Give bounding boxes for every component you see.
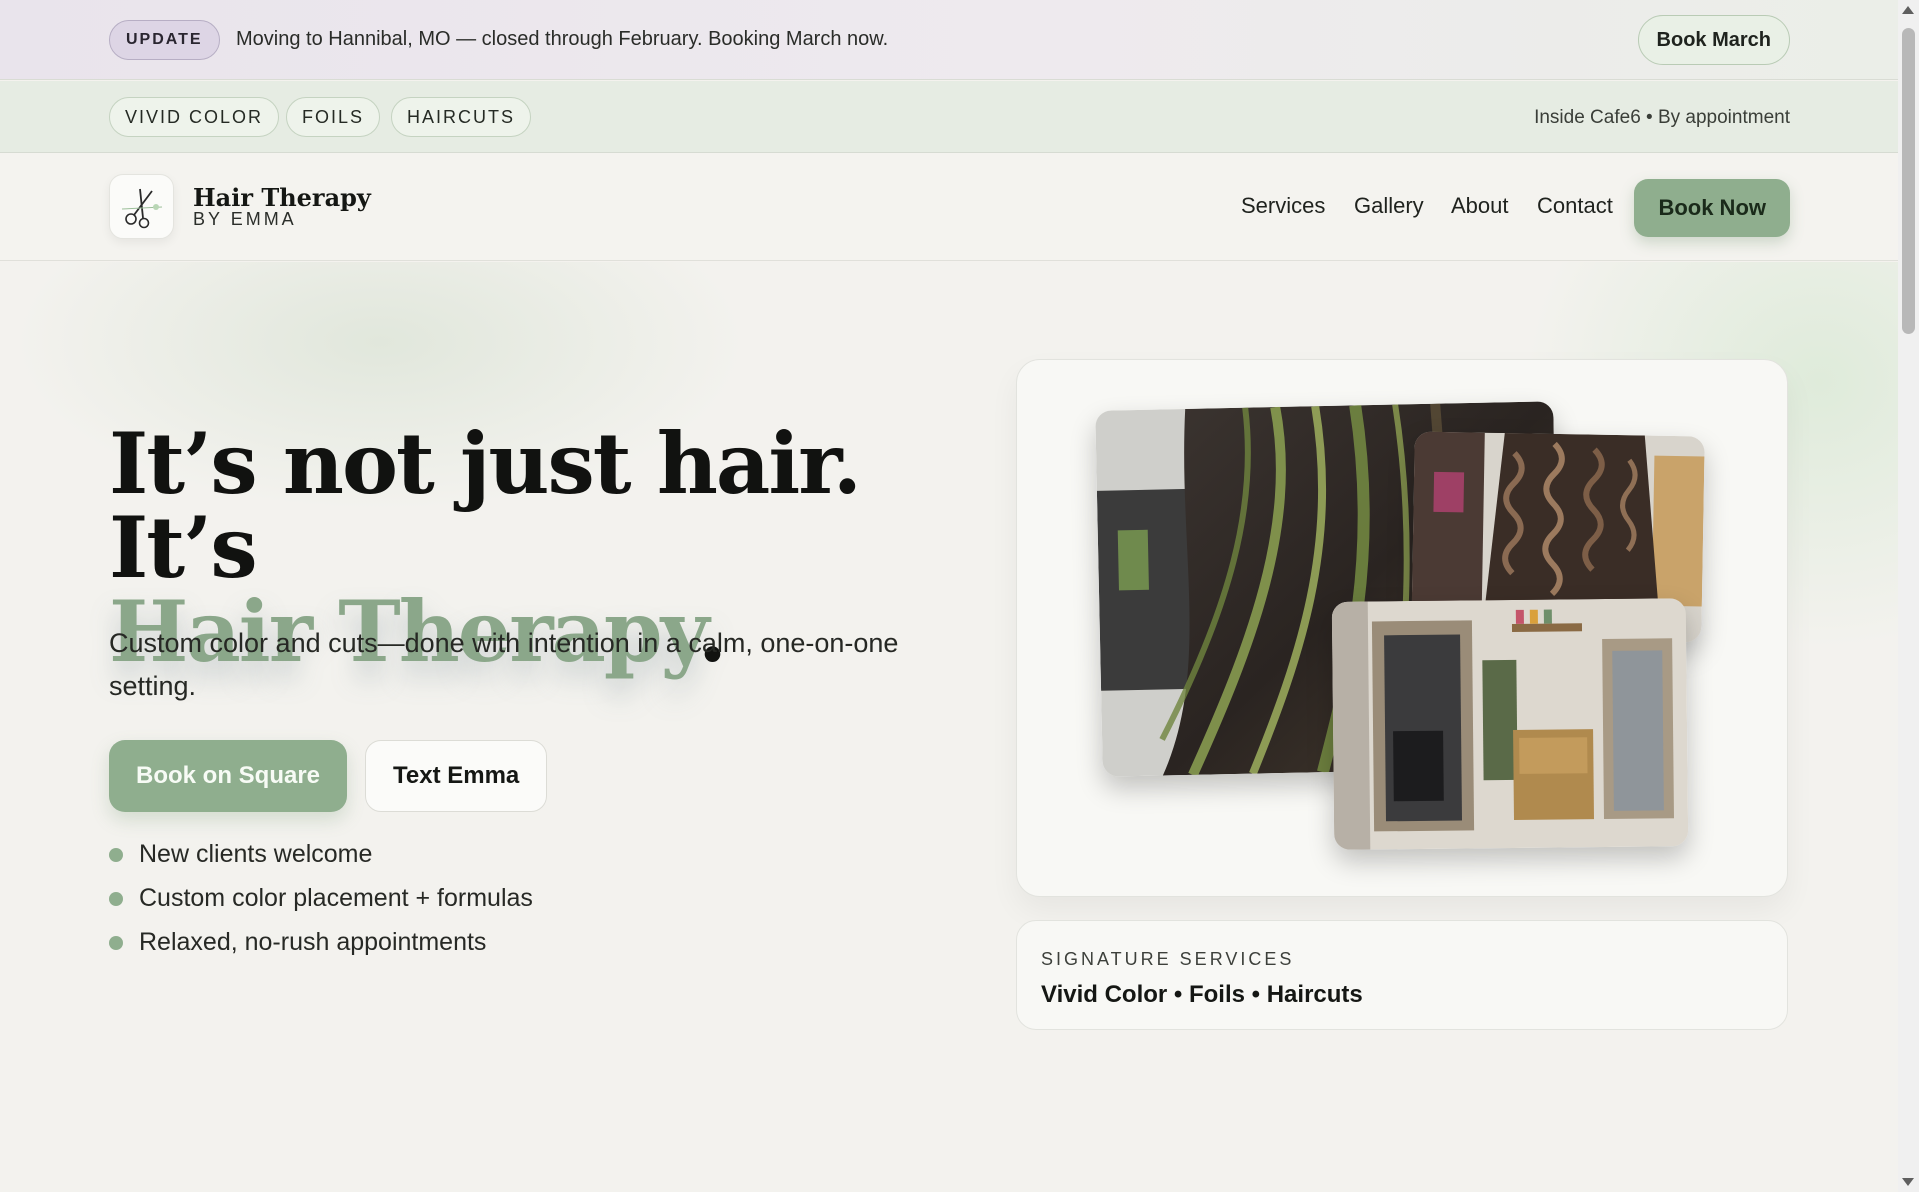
signature-services-card: SIGNATURE SERVICES Vivid Color • Foils •… — [1016, 920, 1788, 1030]
main-nav: Hair Therapy BY EMMA Services Gallery Ab… — [0, 153, 1898, 261]
update-badge: UPDATE — [109, 20, 220, 60]
announcement-bar: UPDATE Moving to Hannibal, MO — closed t… — [0, 0, 1898, 80]
location-info: Inside Cafe6 • By appointment — [1534, 107, 1790, 128]
text-emma-button[interactable]: Text Emma — [365, 740, 548, 812]
signature-value: Vivid Color • Foils • Haircuts — [1041, 981, 1363, 1008]
nav-link-about[interactable]: About — [1451, 193, 1509, 219]
tag-vivid-color: VIVID COLOR — [109, 97, 280, 137]
bullet-dot-icon — [109, 936, 123, 950]
brand-subtitle: BY EMMA — [193, 209, 297, 229]
hero-gallery-card — [1016, 359, 1788, 897]
photo-salon-interior[interactable] — [1331, 598, 1689, 850]
scissors-icon — [121, 188, 163, 229]
page-scrollbar[interactable] — [1898, 0, 1919, 1192]
scroll-down-icon[interactable] — [1902, 1178, 1914, 1186]
scroll-thumb[interactable] — [1902, 28, 1915, 334]
brand-name[interactable]: Hair Therapy — [193, 183, 371, 212]
signature-label: SIGNATURE SERVICES — [1041, 949, 1295, 969]
scroll-up-icon[interactable] — [1902, 6, 1914, 14]
headline-part1: It’s not just hair. It’s — [109, 414, 862, 597]
nav-link-contact[interactable]: Contact — [1537, 193, 1613, 219]
nav-link-services[interactable]: Services — [1241, 193, 1325, 219]
hero-bullets: New clients welcome Custom color placeme… — [109, 832, 533, 964]
tags-bar: VIVID COLOR FOILS HAIRCUTS Inside Cafe6 … — [0, 81, 1898, 153]
book-now-button[interactable]: Book Now — [1634, 179, 1790, 237]
tag-foils: FOILS — [286, 97, 381, 137]
page: UPDATE Moving to Hannibal, MO — closed t… — [0, 0, 1898, 1192]
tag-haircuts: HAIRCUTS — [391, 97, 532, 137]
list-item: New clients welcome — [109, 832, 533, 876]
list-item: Custom color placement + formulas — [109, 876, 533, 920]
book-march-button[interactable]: Book March — [1637, 15, 1790, 65]
hero-subtext: Custom color and cuts—done with intentio… — [109, 628, 899, 701]
announcement-message: Moving to Hannibal, MO — closed through … — [236, 28, 889, 50]
list-item: Relaxed, no-rush appointments — [109, 920, 533, 964]
bullet-dot-icon — [109, 892, 123, 906]
bullet-dot-icon — [109, 848, 123, 862]
nav-link-gallery[interactable]: Gallery — [1354, 193, 1424, 219]
book-on-square-button[interactable]: Book on Square — [109, 740, 348, 812]
hero-section: It’s not just hair. It’s Hair Therapy. C… — [0, 262, 1898, 1192]
logo[interactable] — [109, 174, 174, 239]
